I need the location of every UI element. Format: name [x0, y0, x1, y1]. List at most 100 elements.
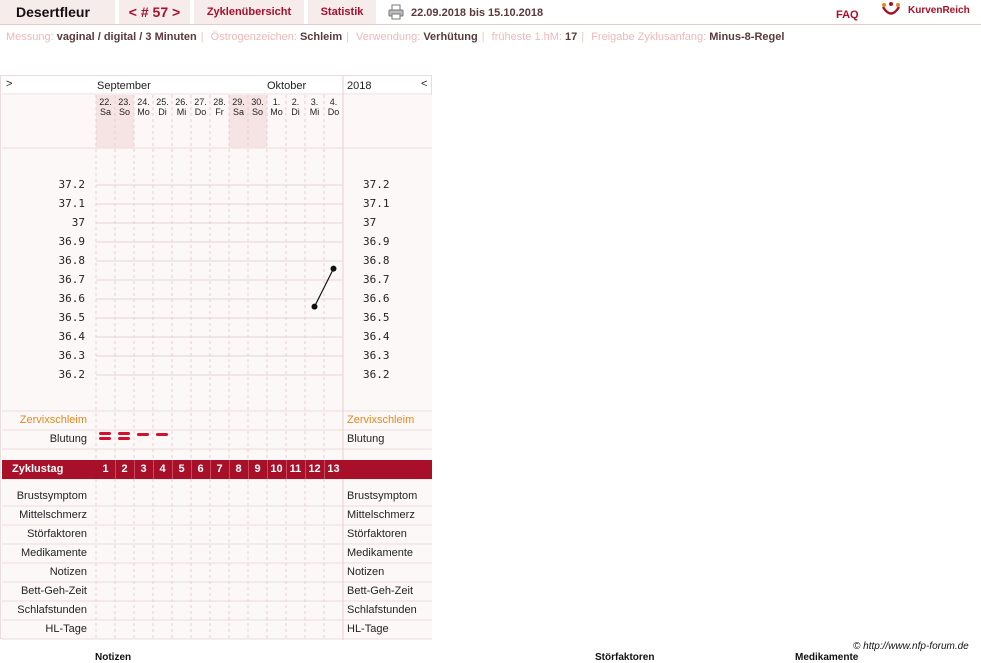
- observation-row-label: Schlafstunden: [347, 604, 417, 616]
- cycle-day-number: 9: [254, 463, 261, 475]
- meta-value: Verhütung: [423, 31, 478, 43]
- day-number: 24.: [137, 97, 150, 107]
- prev-cycle-arrow[interactable]: >: [6, 78, 12, 90]
- bleeding-stroke: [99, 437, 111, 440]
- next-cycle-arrow[interactable]: <: [421, 78, 427, 90]
- observation-row-label: Mittelschmerz: [347, 509, 415, 521]
- header-divider: [0, 24, 981, 25]
- bleeding-stroke: [118, 432, 130, 435]
- day-number: 25.: [156, 97, 169, 107]
- bleeding-stroke: [137, 433, 149, 436]
- cycle-day-number: 6: [197, 463, 204, 475]
- mucus-label: Zervixschleim: [347, 414, 415, 426]
- observation-row-label: Brustsymptom: [16, 490, 87, 502]
- temperature-label: 36.6: [363, 292, 390, 305]
- cycle-day-separator: [134, 460, 135, 479]
- cycle-day-label: Zyklustag: [12, 463, 64, 475]
- cycle-day-number: 13: [327, 463, 340, 475]
- cycle-meta: Messung: vaginal / digital / 3 Minuten | …: [6, 31, 785, 43]
- month-label: Oktober: [267, 80, 307, 92]
- cycle-day-number: 7: [216, 463, 223, 475]
- cycle-day-number: 3: [140, 463, 147, 475]
- weekday: Mo: [270, 107, 283, 117]
- date-column-header: 22. Sa: [96, 97, 115, 117]
- mucus-label: Zervixschleim: [19, 414, 87, 426]
- day-number: 4.: [329, 97, 338, 107]
- day-number: 1.: [272, 97, 281, 107]
- weekday: Mi: [176, 107, 187, 117]
- cycle-day-number: 2: [121, 463, 128, 475]
- cycle-day-separator: [229, 460, 230, 479]
- observation-row-label: Brustsymptom: [347, 490, 418, 502]
- temperature-label: 37: [363, 216, 377, 229]
- temperature-label: 36.4: [363, 330, 390, 343]
- observation-row-label: Schlafstunden: [17, 604, 87, 616]
- cycle-day-number: 12: [308, 463, 321, 475]
- cycle-day-separator: [172, 460, 173, 479]
- date-column-header: 28. Fr: [210, 97, 229, 117]
- date-range: 22.09.2018 bis 15.10.2018: [411, 7, 544, 19]
- month-label: September: [97, 80, 151, 92]
- day-number: 23.: [118, 97, 131, 107]
- cycle-day-separator: [324, 460, 325, 479]
- cycle-day-separator: [305, 460, 306, 479]
- day-number: 26.: [175, 97, 188, 107]
- meta-key: Verwendung:: [356, 31, 421, 43]
- temperature-label: 37.1: [363, 197, 390, 210]
- day-number: 3.: [310, 97, 319, 107]
- date-column-header: 24. Mo: [134, 97, 153, 117]
- observation-row-label: HL-Tage: [45, 623, 87, 635]
- tab-cycle-overview[interactable]: Zyklenübersicht: [194, 0, 304, 24]
- cycle-day-separator: [286, 460, 287, 479]
- weekday: Do: [327, 107, 340, 117]
- cycle-day-bar: Zyklustag 1 2 3 4 5 6 7 8 9 10 11 12 13: [2, 460, 432, 479]
- date-column-header: 26. Mi: [172, 97, 191, 117]
- observation-row-label: Bett-Geh-Zeit: [347, 585, 414, 597]
- temperature-label: 36.5: [363, 311, 390, 324]
- bleeding-stroke: [99, 432, 111, 435]
- temp-point: [330, 265, 337, 272]
- copyright[interactable]: © http://www.nfp-forum.de: [853, 641, 969, 652]
- date-column-header: 30. So: [248, 97, 267, 117]
- meta-key: Östrogenzeichen:: [210, 31, 297, 43]
- cycle-day-number: 1: [102, 463, 109, 475]
- cycle-day-separator: [115, 460, 116, 479]
- temperature-label: 36.8: [58, 254, 86, 267]
- temperature-label: 36.6: [58, 292, 86, 305]
- observation-row-label: Störfaktoren: [27, 528, 87, 540]
- temperature-label: 36.4: [58, 330, 86, 343]
- cycle-day-number: 5: [178, 463, 185, 475]
- weekday: Di: [158, 107, 167, 117]
- cycle-nav[interactable]: < # 57 >: [119, 0, 190, 24]
- weekday: Mo: [137, 107, 150, 117]
- meta-key: früheste 1.hM:: [491, 31, 562, 43]
- date-column-header: 29. Sa: [229, 97, 248, 117]
- observation-row-label: Medikamente: [20, 547, 87, 559]
- temperature-label: 37.2: [58, 178, 86, 191]
- cycle-day-number: 8: [235, 463, 242, 475]
- brand-logo-icon[interactable]: [880, 2, 902, 20]
- bleeding-stroke: [118, 437, 130, 440]
- meta-key: Messung:: [6, 31, 54, 43]
- temperature-label: 37.2: [363, 178, 390, 191]
- observation-row-label: Medikamente: [347, 547, 414, 559]
- temperature-label: 36.7: [58, 273, 86, 286]
- cycle-day-separator: [210, 460, 211, 479]
- temperature-label: 37.1: [58, 197, 86, 210]
- cycle-day-separator: [267, 460, 268, 479]
- cycle-day-separator: [191, 460, 192, 479]
- date-column-header: 1. Mo: [267, 97, 286, 117]
- weekday: Sa: [232, 107, 244, 117]
- temperature-label: 36.9: [363, 235, 390, 248]
- faq-link[interactable]: FAQ: [836, 9, 859, 21]
- weekday: So: [251, 107, 263, 117]
- temperature-label: 36.2: [363, 368, 390, 381]
- observation-row-label: Bett-Geh-Zeit: [20, 585, 87, 597]
- brand-name[interactable]: KurvenReich: [908, 5, 970, 16]
- observation-row-label: Störfaktoren: [347, 528, 407, 540]
- day-number: 2.: [291, 97, 300, 107]
- printer-icon[interactable]: [388, 4, 404, 20]
- temperature-label: 37: [71, 216, 85, 229]
- tab-statistics[interactable]: Statistik: [308, 0, 376, 24]
- weekday: Do: [194, 107, 207, 117]
